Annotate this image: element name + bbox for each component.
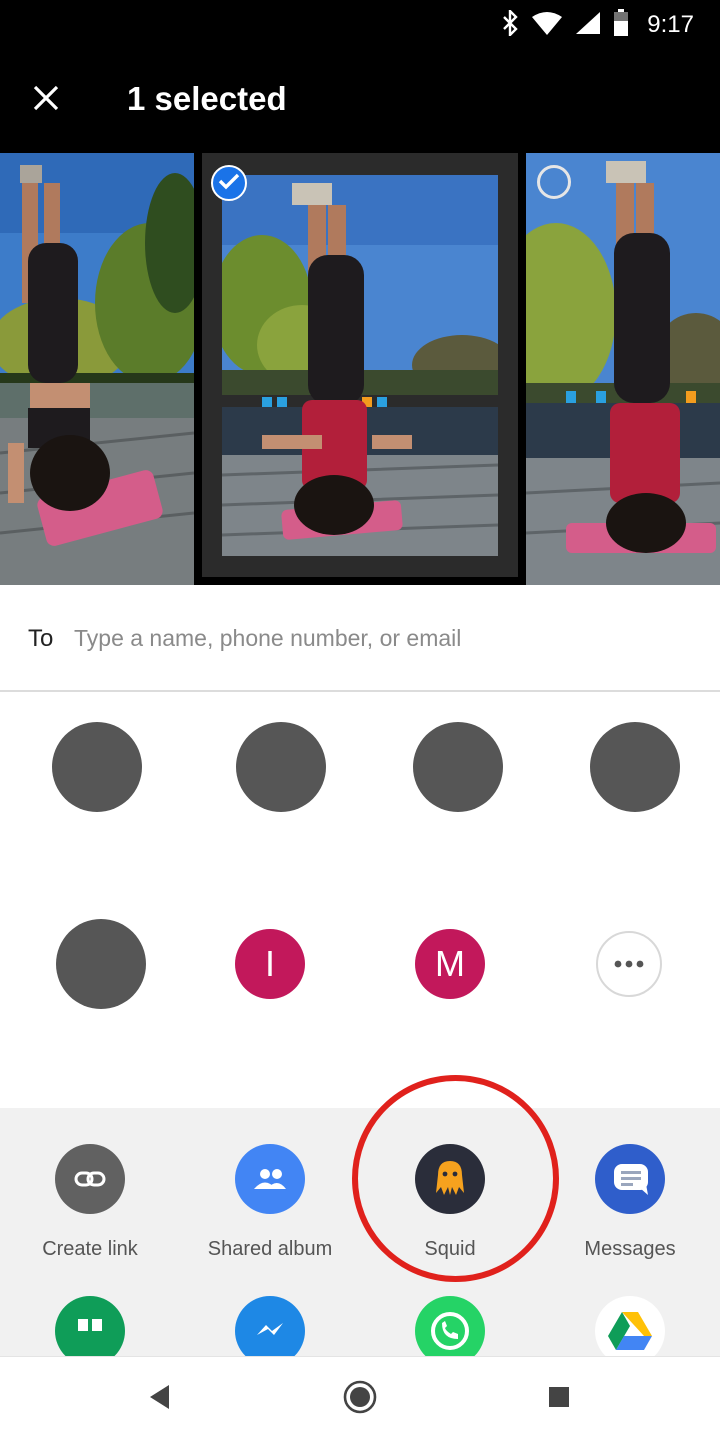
home-icon bbox=[343, 1380, 377, 1419]
recipient-input[interactable] bbox=[72, 615, 696, 661]
messages-icon bbox=[595, 1144, 665, 1214]
back-icon bbox=[149, 1384, 171, 1415]
photo-thumbnail[interactable] bbox=[526, 153, 720, 585]
close-icon bbox=[33, 85, 59, 116]
back-button[interactable] bbox=[140, 1379, 180, 1419]
contact-avatar[interactable] bbox=[413, 722, 503, 812]
more-icon bbox=[614, 955, 644, 973]
hangouts-icon[interactable] bbox=[55, 1296, 125, 1356]
unselected-ring[interactable] bbox=[537, 165, 571, 199]
contact-initial: M bbox=[435, 943, 465, 984]
google-drive-icon[interactable] bbox=[595, 1296, 665, 1356]
bluetooth-icon bbox=[501, 7, 519, 41]
status-bar: 9:17 bbox=[0, 0, 720, 50]
navigation-bar bbox=[0, 1356, 720, 1441]
contact-avatar[interactable] bbox=[590, 722, 680, 812]
contact-avatar[interactable] bbox=[52, 722, 142, 812]
contact-avatar[interactable] bbox=[56, 919, 146, 1009]
messenger-icon[interactable] bbox=[235, 1296, 305, 1356]
photo-thumbnail-selected[interactable] bbox=[222, 175, 498, 556]
recents-button[interactable] bbox=[539, 1379, 579, 1419]
photo-thumbnail[interactable] bbox=[0, 153, 194, 585]
check-icon bbox=[218, 172, 240, 195]
wifi-icon bbox=[531, 11, 563, 40]
recents-icon bbox=[548, 1386, 570, 1413]
clock-time: 9:17 bbox=[647, 11, 694, 38]
messages-button[interactable]: Messages bbox=[540, 1144, 720, 1261]
link-icon bbox=[55, 1144, 125, 1214]
create-link-button[interactable]: Create link bbox=[0, 1144, 180, 1261]
to-label: To bbox=[28, 625, 54, 652]
app-label: Messages bbox=[584, 1238, 676, 1260]
recipient-row: To bbox=[0, 585, 720, 692]
shared-album-button[interactable]: Shared album bbox=[180, 1144, 360, 1261]
more-contacts-button[interactable] bbox=[596, 931, 662, 997]
highlight-circle bbox=[352, 1075, 559, 1282]
signal-icon bbox=[575, 11, 601, 40]
people-icon bbox=[235, 1144, 305, 1214]
contact-avatar-initial[interactable]: M bbox=[415, 929, 485, 999]
battery-icon bbox=[613, 8, 629, 42]
home-button[interactable] bbox=[340, 1379, 380, 1419]
photo-strip bbox=[0, 153, 720, 585]
app-label: Shared album bbox=[207, 1238, 333, 1260]
app-label: Create link bbox=[42, 1238, 138, 1260]
whatsapp-icon[interactable] bbox=[415, 1296, 485, 1356]
close-button[interactable] bbox=[22, 76, 70, 124]
page-title: 1 selected bbox=[127, 80, 287, 117]
contact-avatar[interactable] bbox=[236, 722, 326, 812]
selected-check-badge[interactable] bbox=[211, 165, 247, 201]
app-bar: 1 selected bbox=[0, 50, 720, 153]
contact-initial: I bbox=[264, 943, 275, 984]
contact-avatar-initial[interactable]: I bbox=[235, 929, 305, 999]
